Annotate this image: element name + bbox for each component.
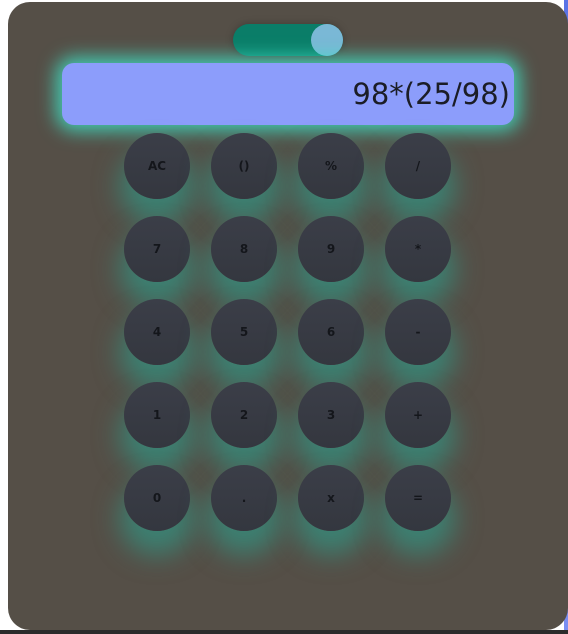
- calculator-body: 98*(25/98) AC () % / 7 8 9 * 4 5 6 - 1 2…: [8, 2, 568, 630]
- keypad: AC () % / 7 8 9 * 4 5 6 - 1 2 3 + 0 . x …: [124, 133, 454, 533]
- decimal-button[interactable]: .: [211, 465, 277, 531]
- digit-6-button[interactable]: 6: [298, 299, 364, 365]
- add-button[interactable]: +: [385, 382, 451, 448]
- digit-1-button[interactable]: 1: [124, 382, 190, 448]
- digit-0-button[interactable]: 0: [124, 465, 190, 531]
- parentheses-button[interactable]: (): [211, 133, 277, 199]
- digit-9-button[interactable]: 9: [298, 216, 364, 282]
- equals-button[interactable]: =: [385, 465, 451, 531]
- multiply-button[interactable]: *: [385, 216, 451, 282]
- divide-button[interactable]: /: [385, 133, 451, 199]
- subtract-button[interactable]: -: [385, 299, 451, 365]
- taskbar-strip: [0, 630, 568, 634]
- digit-4-button[interactable]: 4: [124, 299, 190, 365]
- calculator-display: 98*(25/98): [62, 63, 514, 125]
- theme-toggle[interactable]: [233, 24, 343, 56]
- digit-3-button[interactable]: 3: [298, 382, 364, 448]
- display-expression: 98*(25/98): [352, 77, 510, 111]
- digit-8-button[interactable]: 8: [211, 216, 277, 282]
- backspace-button[interactable]: x: [298, 465, 364, 531]
- page: 98*(25/98) AC () % / 7 8 9 * 4 5 6 - 1 2…: [0, 0, 568, 634]
- percent-button[interactable]: %: [298, 133, 364, 199]
- digit-5-button[interactable]: 5: [211, 299, 277, 365]
- theme-toggle-knob[interactable]: [311, 24, 343, 56]
- digit-7-button[interactable]: 7: [124, 216, 190, 282]
- clear-button[interactable]: AC: [124, 133, 190, 199]
- digit-2-button[interactable]: 2: [211, 382, 277, 448]
